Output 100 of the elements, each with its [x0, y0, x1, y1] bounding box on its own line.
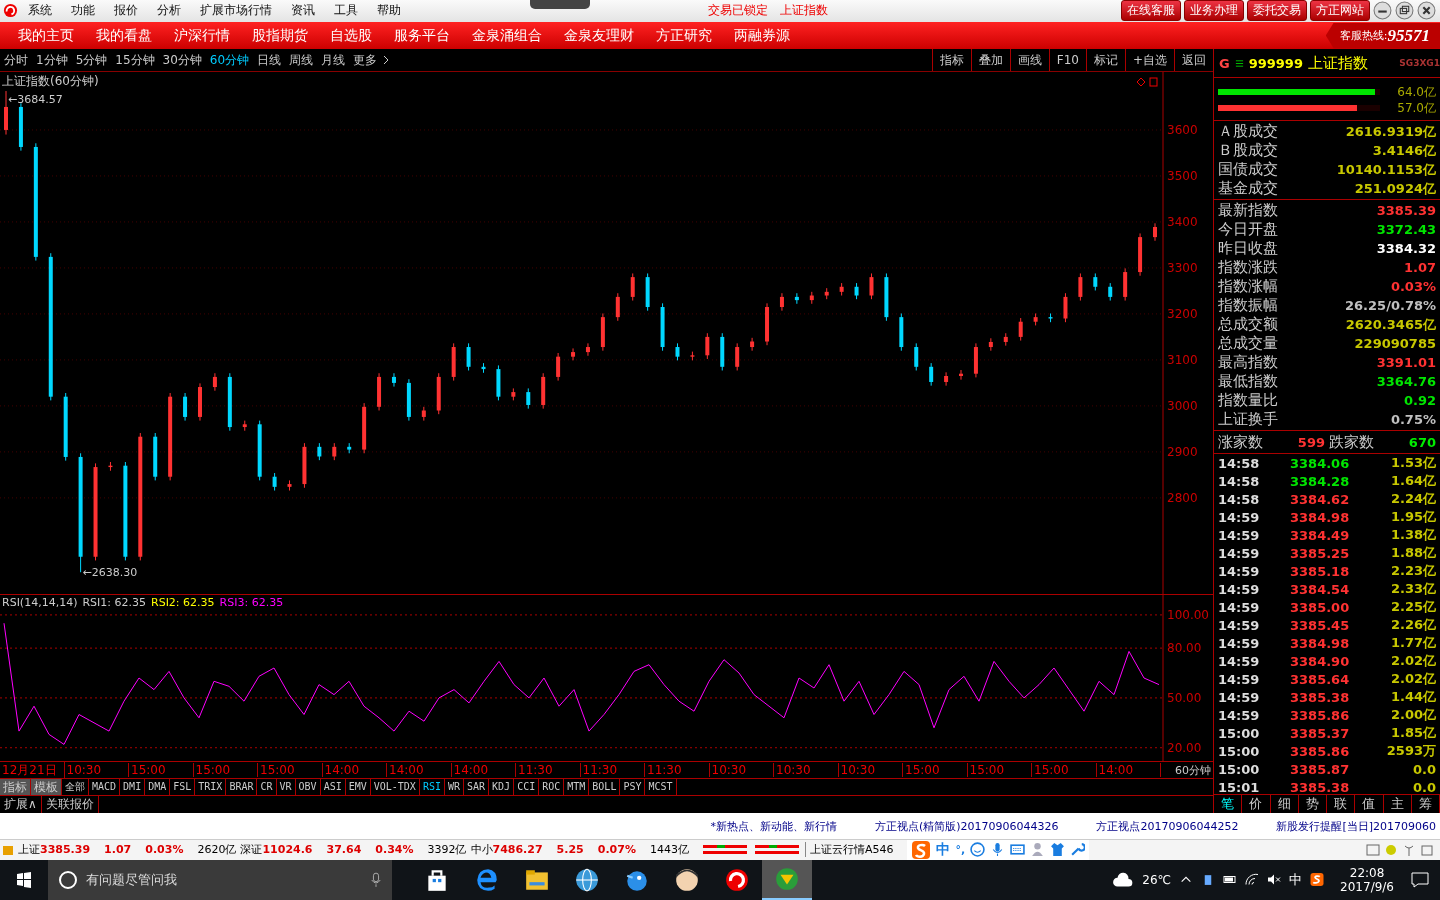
tick-time: 14:59: [1218, 689, 1261, 705]
period-tab[interactable]: 15分钟: [115, 51, 155, 69]
indicator-tab[interactable]: 指标: [0, 779, 31, 796]
smiley-icon[interactable]: [970, 842, 986, 858]
nav-item[interactable]: 股指期货: [252, 26, 308, 45]
tick-time: 14:59: [1218, 563, 1261, 579]
browser-icon[interactable]: [474, 867, 500, 893]
news-link[interactable]: 方正视点20170906044252: [1096, 818, 1239, 834]
period-tab[interactable]: 更多: [353, 51, 378, 69]
indicator-tab[interactable]: CCI: [514, 779, 540, 796]
active-app-button[interactable]: [762, 860, 812, 900]
swirl-logo-icon[interactable]: [724, 867, 750, 893]
menu-item[interactable]: 资讯: [291, 2, 315, 20]
header-button[interactable]: 方正网站: [1310, 0, 1370, 22]
indicator-tab[interactable]: DMI: [120, 779, 146, 796]
indicator-tab[interactable]: WR: [444, 779, 464, 796]
notification-icon[interactable]: [1410, 871, 1430, 889]
indicator-tab[interactable]: FSL: [170, 779, 196, 796]
indicator-tab[interactable]: MCST: [645, 779, 677, 796]
globe-icon[interactable]: [574, 867, 600, 893]
nav-item[interactable]: 自选股: [330, 26, 372, 45]
nav-item[interactable]: 金泉友理财: [564, 26, 634, 45]
period-tab[interactable]: 分时: [4, 51, 28, 69]
indicator-tab[interactable]: VOL-TDX: [370, 779, 420, 796]
ime-indicator[interactable]: 中: [1289, 871, 1303, 889]
indicator-tab[interactable]: 模板: [31, 779, 62, 796]
indicator-tab[interactable]: RSI: [419, 779, 445, 796]
period-tab[interactable]: 30分钟: [162, 51, 202, 69]
tick-volume: 1.44亿: [1390, 688, 1436, 707]
period-tab[interactable]: 1分钟: [36, 51, 68, 69]
windows-start-icon[interactable]: [16, 872, 32, 888]
period-tab[interactable]: 日线: [257, 51, 282, 69]
nav-item[interactable]: 金泉涌组合: [472, 26, 542, 45]
weather-text[interactable]: 26℃: [1142, 873, 1172, 887]
shirt-icon[interactable]: [1050, 842, 1066, 858]
nav-item[interactable]: 两融券源: [734, 26, 790, 45]
indicator-tab[interactable]: OBV: [295, 779, 321, 796]
minimize-icon[interactable]: [1373, 1, 1392, 21]
header-button[interactable]: 业务办理: [1184, 0, 1244, 22]
news-link[interactable]: 新股发行提醒[当日]201709060: [1276, 818, 1436, 834]
header-button[interactable]: 在线客服: [1121, 0, 1181, 22]
indicator-tab[interactable]: ASI: [320, 779, 346, 796]
nav-item[interactable]: 我的看盘: [96, 26, 152, 45]
menu-item[interactable]: 功能: [71, 2, 95, 20]
keyboard-icon[interactable]: [1010, 842, 1026, 858]
menu-icon[interactable]: [1234, 58, 1244, 68]
antenna-icon[interactable]: [1402, 844, 1416, 856]
indicator-tab[interactable]: BOLL: [589, 779, 621, 796]
nav-item[interactable]: 我的主页: [18, 26, 74, 45]
news-link[interactable]: 方正视点(精简版)20170906044326: [874, 818, 1059, 834]
header-button[interactable]: 委托交易: [1247, 0, 1307, 22]
period-tab[interactable]: 5分钟: [75, 51, 108, 69]
period-tab[interactable]: 60分钟: [209, 51, 250, 69]
clock[interactable]: 22:08 2017/9/6: [1340, 866, 1394, 894]
nav-item[interactable]: 沪深行情: [174, 26, 230, 45]
indicator-tab[interactable]: SAR: [464, 779, 490, 796]
microphone-icon[interactable]: [370, 872, 382, 888]
indicator-tab[interactable]: MACD: [89, 779, 121, 796]
indicator-tab[interactable]: PSY: [620, 779, 646, 796]
ime-punctuation[interactable]: °,: [955, 843, 966, 857]
ime-mode[interactable]: 中: [936, 841, 951, 859]
sogou-s-icon[interactable]: [1310, 873, 1325, 887]
period-tab[interactable]: 周线: [289, 51, 314, 69]
indicator-tab[interactable]: EMV: [345, 779, 371, 796]
indicator-tab[interactable]: CR: [257, 779, 277, 796]
stat-label: 跌家数: [1329, 432, 1374, 452]
indicator-tab[interactable]: VR: [276, 779, 296, 796]
candle: [765, 303, 770, 346]
avatar-icon[interactable]: [674, 867, 700, 893]
menu-item[interactable]: 报价: [114, 2, 138, 20]
speaker-muted-icon[interactable]: [1267, 873, 1282, 887]
chevron-right-icon[interactable]: [383, 55, 390, 66]
nav-item[interactable]: 方正研究: [656, 26, 712, 45]
menu-item[interactable]: 分析: [157, 2, 181, 20]
cloud-icon[interactable]: [1112, 871, 1135, 889]
indicator-tab[interactable]: KDJ: [489, 779, 515, 796]
folder-icon[interactable]: [524, 867, 550, 893]
calendar-icon[interactable]: [1420, 844, 1434, 856]
close-icon[interactable]: [1417, 1, 1436, 21]
indicator-tab[interactable]: ROC: [539, 779, 565, 796]
menu-item[interactable]: 扩展市场行情: [200, 2, 272, 20]
indicator-tab[interactable]: TRIX: [195, 779, 227, 796]
menu-item[interactable]: 系统: [28, 2, 52, 20]
tick-time: 14:59: [1218, 617, 1261, 633]
search-field[interactable]: 有问题尽管问我: [48, 860, 392, 900]
indicator-tab[interactable]: DMA: [145, 779, 171, 796]
wifi-icon[interactable]: [1245, 873, 1260, 887]
indicator-tab[interactable]: BRAR: [226, 779, 258, 796]
indicator-tab[interactable]: 全部: [62, 779, 89, 796]
candle: [794, 293, 799, 305]
menu-item[interactable]: 工具: [334, 2, 358, 20]
candle: [63, 392, 68, 462]
restore-icon[interactable]: [1395, 1, 1414, 21]
window-icon[interactable]: [1366, 844, 1380, 856]
menu-item[interactable]: 帮助: [377, 2, 401, 20]
indicator-tab[interactable]: MTM: [564, 779, 590, 796]
nav-item[interactable]: 服务平台: [394, 26, 450, 45]
news-link[interactable]: *新热点、新动能、新行情: [710, 818, 837, 834]
period-tab[interactable]: 月线: [321, 51, 346, 69]
wrench-icon[interactable]: [1070, 842, 1086, 858]
